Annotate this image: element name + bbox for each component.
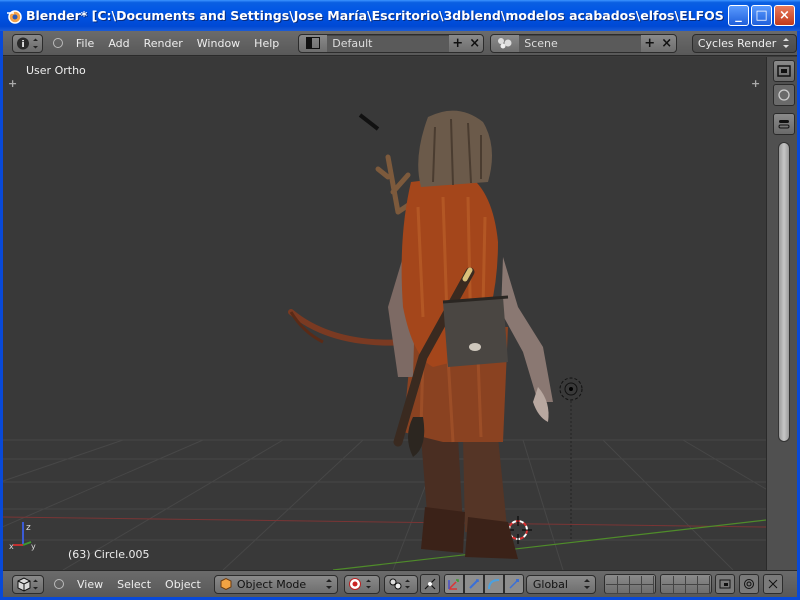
- svg-text:z: z: [26, 523, 31, 533]
- screen-layout-icon: [299, 35, 327, 52]
- screen-layout-name[interactable]: Default: [327, 34, 450, 52]
- maximize-button[interactable]: □: [751, 5, 772, 26]
- menu-window[interactable]: Window: [190, 37, 247, 50]
- menu-collapse-icon[interactable]: [53, 38, 63, 48]
- render-engine-selector[interactable]: Cycles Render: [691, 33, 797, 53]
- properties-tab-render[interactable]: [773, 60, 795, 82]
- menu-render[interactable]: Render: [137, 37, 190, 50]
- transform-orientation-selector[interactable]: Global: [525, 574, 596, 594]
- 3d-view-header: View Select Object Object Mode Global: [3, 570, 797, 597]
- svg-text:i: i: [21, 40, 24, 50]
- elf-character-model: [288, 110, 553, 559]
- toggle-icon: [778, 120, 790, 129]
- add-scene-icon[interactable]: +: [641, 35, 658, 52]
- svg-text:x: x: [9, 542, 14, 551]
- properties-tab-scene[interactable]: [773, 113, 795, 135]
- render-engine-label: Cycles Render: [697, 36, 777, 50]
- minimize-button[interactable]: _: [728, 5, 749, 26]
- remove-screen-icon[interactable]: ×: [466, 35, 483, 52]
- menu-file[interactable]: File: [69, 37, 101, 50]
- add-screen-icon[interactable]: +: [449, 35, 466, 52]
- menu-view[interactable]: View: [70, 578, 110, 591]
- scene-layers-group-1[interactable]: [603, 574, 656, 594]
- snap-element-icon[interactable]: [762, 574, 783, 594]
- active-object-label: (63) Circle.005: [68, 548, 150, 561]
- scale-manipulator-icon[interactable]: [503, 574, 524, 594]
- remove-scene-icon[interactable]: ×: [658, 35, 675, 52]
- scene-selector[interactable]: Scene + ×: [490, 33, 677, 53]
- translate-manipulator-icon[interactable]: [443, 574, 464, 594]
- layer-lock-icon[interactable]: [714, 574, 735, 594]
- scene-name[interactable]: Scene: [519, 34, 642, 52]
- region-expand-right-icon[interactable]: +: [751, 77, 760, 90]
- blender-logo-icon: [7, 9, 22, 24]
- properties-tab-world[interactable]: [773, 84, 795, 106]
- view-menu-collapse-icon[interactable]: [54, 579, 64, 589]
- svg-text:y: y: [31, 542, 36, 551]
- info-icon: i: [16, 37, 38, 50]
- proportional-edit-icon[interactable]: [738, 574, 759, 594]
- axis-orientation-widget: z x y: [9, 522, 36, 551]
- view-projection-label: User Ortho: [26, 64, 86, 77]
- editor-type-button[interactable]: i: [12, 33, 44, 53]
- menu-add[interactable]: Add: [101, 37, 136, 50]
- region-expand-left-icon[interactable]: +: [8, 77, 17, 90]
- menu-help[interactable]: Help: [247, 37, 286, 50]
- interaction-mode-label: Object Mode: [236, 577, 307, 591]
- viewport-scene: z x y: [3, 110, 766, 570]
- window-titlebar: Blender* [C:\Documents and Settings\Jose…: [0, 0, 800, 31]
- interaction-mode-selector[interactable]: Object Mode: [213, 574, 338, 594]
- pivot-point-selector[interactable]: [383, 574, 418, 594]
- menu-object[interactable]: Object: [158, 578, 208, 591]
- texture-shading-icon: [348, 578, 371, 590]
- 3d-view-cube-icon: [17, 576, 38, 592]
- viewport-shading-selector[interactable]: [343, 574, 380, 594]
- scene-icon: [491, 35, 519, 52]
- properties-side-strip: [766, 57, 797, 570]
- rotate-manipulator-icon[interactable]: [463, 574, 484, 594]
- render-icon: [777, 65, 791, 77]
- scene-layers-group-2[interactable]: [659, 574, 712, 594]
- object-mode-icon: [220, 577, 232, 591]
- rotate-arc-manipulator-icon[interactable]: [483, 574, 504, 594]
- transform-orientation-label: Global: [532, 577, 568, 591]
- 3d-viewport[interactable]: z x y User Ortho (63) Circle.005 + +: [3, 57, 766, 570]
- dropdown-arrows-icon: [583, 579, 590, 589]
- 3d-view-editor-type-button[interactable]: [12, 574, 44, 594]
- menu-select[interactable]: Select: [110, 578, 158, 591]
- manipulator-toggle-icon[interactable]: [419, 574, 440, 594]
- dropdown-arrows-icon: [325, 579, 332, 589]
- info-header: i File Add Render Window Help Default + …: [3, 31, 797, 56]
- window-title: Blender* [C:\Documents and Settings\Jose…: [26, 8, 726, 23]
- dropdown-arrows-icon: [783, 38, 790, 48]
- close-button[interactable]: ×: [774, 5, 795, 26]
- screen-layout-selector[interactable]: Default + ×: [298, 33, 485, 53]
- properties-scrollbar[interactable]: [778, 142, 790, 442]
- circle-icon: [778, 89, 790, 101]
- x-axis-line: [3, 516, 766, 528]
- pivot-icon: [389, 578, 410, 590]
